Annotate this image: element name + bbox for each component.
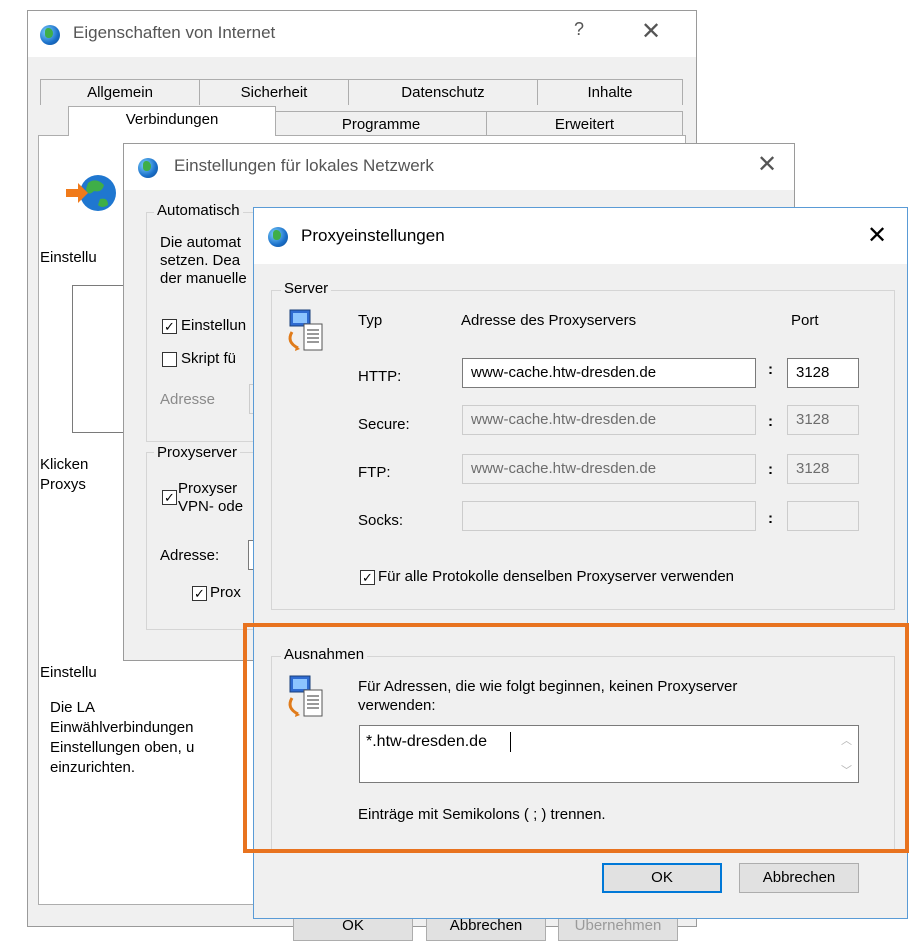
socks-colon: : (768, 510, 773, 527)
tab-label: Erweitert (554, 116, 615, 133)
button-label: Abbrechen (762, 869, 836, 886)
cancel-button[interactable]: Abbrechen (739, 863, 859, 893)
tab-erweitert[interactable]: Erweitert (486, 111, 683, 137)
tab-datenschutz[interactable]: Datenschutz (348, 79, 538, 105)
secure-label: Secure: (358, 416, 410, 433)
socks-address-input (462, 501, 756, 531)
tab-programme[interactable]: Programme (275, 111, 487, 137)
use-proxy-label-line2: VPN- ode (178, 498, 244, 515)
secure-address-input: www-cache.htw-dresden.de (462, 405, 756, 435)
close-icon[interactable]: ✕ (862, 221, 892, 251)
secure-colon: : (768, 413, 773, 430)
auto-config-group-label: Automatisch (154, 202, 243, 219)
auto-config-text-line1: Die automat (160, 234, 241, 251)
ftp-colon: : (768, 461, 773, 478)
http-label: HTTP: (358, 368, 402, 385)
auto-detect-label: Einstellun (181, 317, 247, 334)
partial-label-einstellungen: Einstellu (40, 249, 97, 266)
lan-settings-icon (138, 158, 158, 178)
window-title: Proxyeinstellungen (301, 226, 445, 245)
tab-label: Verbindungen (125, 111, 219, 128)
socks-port-input (787, 501, 859, 531)
ftp-port-input: 3128 (787, 454, 859, 484)
tab-label: Programme (341, 116, 421, 133)
same-proxy-checkbox[interactable]: ✓ (360, 570, 375, 585)
close-icon[interactable]: ✕ (636, 17, 666, 47)
tab-label: Sicherheit (240, 84, 308, 101)
bypass-local-checkbox[interactable]: ✓ (192, 586, 207, 601)
http-port-input[interactable]: 3128 (787, 358, 859, 388)
button-label: OK (651, 869, 673, 886)
internet-options-icon (40, 25, 60, 45)
help-icon[interactable]: ? (574, 19, 584, 40)
ftp-address-input: www-cache.htw-dresden.de (462, 454, 756, 484)
server-group-label: Server (281, 280, 332, 297)
script-address-label: Adresse (160, 391, 216, 408)
ok-button[interactable]: OK (602, 863, 722, 893)
proxy-server-group-label: Proxyserver (154, 444, 241, 461)
partial-label-einstellungen-lan: Einstellu (40, 664, 97, 681)
proxy-settings-icon (268, 227, 288, 247)
auto-script-label: Skript fü (181, 350, 237, 367)
proxy-server-icon (288, 309, 323, 351)
tab-label: Datenschutz (401, 84, 485, 101)
tab-sicherheit[interactable]: Sicherheit (199, 79, 349, 105)
title-bar: Einstellungen für lokales Netzwerk ✕ (124, 144, 794, 190)
button-label: Übernehmen (574, 917, 662, 934)
auto-config-text-line3: der manuelle (160, 270, 247, 287)
auto-script-checkbox[interactable] (162, 352, 177, 367)
col-header-address: Adresse des Proxyservers (461, 312, 637, 329)
bypass-local-label: Prox (210, 584, 241, 601)
server-group (271, 290, 895, 610)
partial-label-klicken: Klicken (40, 456, 89, 473)
auto-detect-checkbox[interactable]: ✓ (162, 319, 177, 334)
auto-config-text-line2: setzen. Dea (160, 252, 241, 269)
socks-label: Socks: (358, 512, 404, 529)
http-colon: : (768, 361, 773, 378)
partial-text-line1: Die LA (50, 699, 96, 716)
tab-label: Inhalte (587, 84, 633, 101)
window-title: Einstellungen für lokales Netzwerk (174, 156, 434, 175)
tab-label: Allgemein (87, 84, 153, 101)
close-icon[interactable]: ✕ (752, 150, 782, 180)
highlight-frame (243, 623, 909, 853)
button-label: Abbrechen (449, 917, 523, 934)
title-bar: Eigenschaften von Internet ? ✕ (28, 11, 696, 57)
http-address-input[interactable]: www-cache.htw-dresden.de (462, 358, 756, 388)
secure-port-input: 3128 (787, 405, 859, 435)
connection-globe-icon (66, 175, 116, 211)
partial-text-line2: Einwählverbindungen (50, 719, 194, 736)
same-proxy-label: Für alle Protokolle denselben Proxyserve… (378, 568, 735, 585)
ftp-label: FTP: (358, 464, 391, 481)
tab-verbindungen[interactable]: Verbindungen (68, 106, 276, 136)
use-proxy-checkbox[interactable]: ✓ (162, 490, 177, 505)
tab-allgemein[interactable]: Allgemein (40, 79, 200, 105)
col-header-type: Typ (358, 312, 383, 329)
col-header-port: Port (791, 312, 819, 329)
partial-label-proxys: Proxys (40, 476, 86, 493)
button-label: OK (342, 917, 364, 934)
partial-text-line4: einzurichten. (50, 759, 136, 776)
window-title: Eigenschaften von Internet (73, 23, 276, 42)
tab-inhalte[interactable]: Inhalte (537, 79, 683, 105)
title-bar: Proxyeinstellungen ✕ (254, 208, 907, 264)
proxy-address-label: Adresse: (160, 547, 220, 564)
use-proxy-label-line1: Proxyser (178, 480, 238, 497)
partial-text-line3: Einstellungen oben, u (50, 739, 195, 756)
